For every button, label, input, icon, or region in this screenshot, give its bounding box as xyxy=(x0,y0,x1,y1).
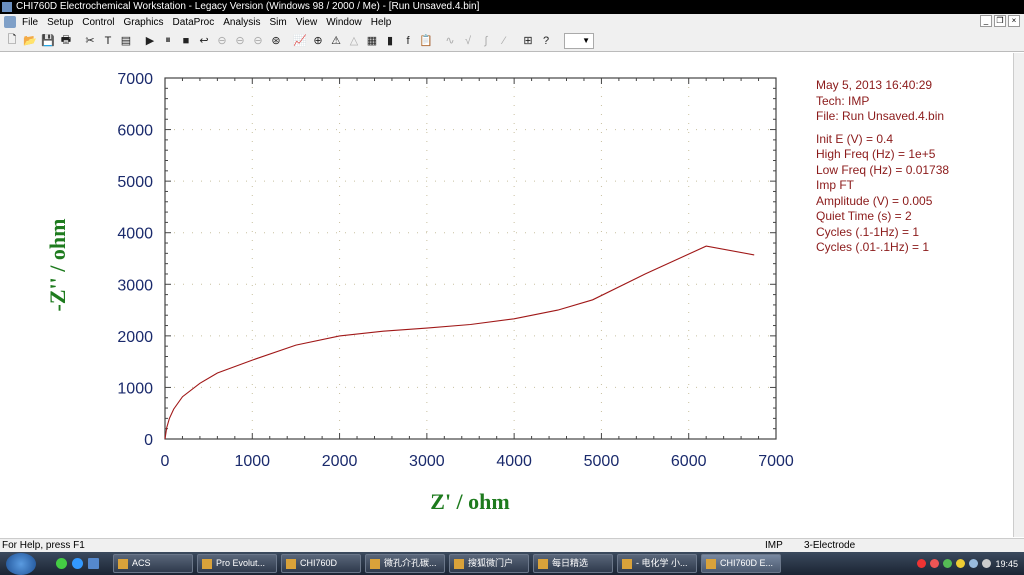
taskbar-item[interactable]: 微孔介孔碳... xyxy=(365,554,445,573)
x-tick-label: 5000 xyxy=(584,453,620,470)
taskbar-item-label: 微孔介孔碳... xyxy=(384,558,437,568)
status-help: For Help, press F1 xyxy=(2,540,85,551)
taskbar-item-label: ACS xyxy=(132,558,151,568)
info-param: High Freq (Hz) = 1e+5 xyxy=(816,147,936,161)
info-date: May 5, 2013 16:40:29 xyxy=(816,78,933,92)
desktop-icon[interactable] xyxy=(88,558,99,569)
taskbar: ACS Pro Evolut... CHI760D 微孔介孔碳... 搜狐微门户 每日精选… xyxy=(0,552,1024,575)
app-icon xyxy=(454,559,464,569)
taskbar-item-label: CHI760D E... xyxy=(720,558,774,568)
y-axis-label: -Z'' / ohm xyxy=(45,218,70,312)
app-icon xyxy=(202,559,212,569)
info-param: Quiet Time (s) = 2 xyxy=(816,209,912,223)
taskbar-item[interactable]: CHI760D E... xyxy=(701,554,781,573)
taskbar-item[interactable]: - 电化学 小... xyxy=(617,554,697,573)
x-tick-label: 0 xyxy=(161,453,170,470)
taskbar-item-label: Pro Evolut... xyxy=(216,558,266,568)
y-tick-label: 6000 xyxy=(117,123,153,140)
status-electrode: 3-Electrode xyxy=(804,540,856,551)
x-tick-label: 7000 xyxy=(758,453,794,470)
network-icon[interactable] xyxy=(969,559,979,568)
info-param: Imp FT xyxy=(816,178,854,192)
volume-icon[interactable] xyxy=(982,559,992,568)
y-tick-label: 0 xyxy=(144,432,153,449)
taskbar-item[interactable]: ACS xyxy=(113,554,193,573)
y-tick-label: 1000 xyxy=(117,380,153,397)
app-icon xyxy=(706,559,716,569)
taskbar-item-label: - 电化学 小... xyxy=(636,558,688,568)
series-line xyxy=(164,245,755,440)
y-tick-label: 7000 xyxy=(117,71,153,88)
x-tick-label: 3000 xyxy=(409,453,445,470)
status-bar: For Help, press F1 IMP 3-Electrode xyxy=(0,538,1024,552)
y-tick-label: 4000 xyxy=(117,226,153,243)
status-tech: IMP xyxy=(765,540,783,551)
x-tick-label: 1000 xyxy=(234,453,270,470)
taskbar-item[interactable]: 每日精选 xyxy=(533,554,613,573)
taskbar-item[interactable]: Pro Evolut... xyxy=(197,554,277,573)
info-file: File: Run Unsaved.4.bin xyxy=(816,109,945,123)
y-tick-label: 3000 xyxy=(117,277,153,294)
info-param: Amplitude (V) = 0.005 xyxy=(816,193,933,208)
taskbar-item[interactable]: 搜狐微门户 xyxy=(449,554,529,573)
tray-icon[interactable] xyxy=(930,559,940,568)
info-param: Init E (V) = 0.4 xyxy=(816,131,894,146)
app-icon xyxy=(370,559,380,569)
app-icon xyxy=(622,559,632,569)
taskbar-item-label: CHI760D xyxy=(300,558,338,568)
system-tray: 19:45 xyxy=(917,552,1018,575)
info-param: Low Freq (Hz) = 0.01738 xyxy=(816,162,950,177)
app-icon xyxy=(538,559,548,569)
x-axis-label: Z' / ohm xyxy=(430,489,510,514)
x-tick-label: 6000 xyxy=(671,453,707,470)
app-icon xyxy=(286,559,296,569)
info-param: Cycles (.01-.1Hz) = 1 xyxy=(816,240,930,254)
qq-icon[interactable] xyxy=(56,558,67,569)
tray-icon[interactable] xyxy=(956,559,966,568)
start-button[interactable] xyxy=(6,552,36,575)
clock[interactable]: 19:45 xyxy=(995,559,1018,569)
ie-icon[interactable] xyxy=(72,558,83,569)
info-tech: Tech: IMP xyxy=(816,93,870,108)
x-tick-label: 4000 xyxy=(496,453,532,470)
taskbar-item-label: 搜狐微门户 xyxy=(468,558,514,568)
taskbar-item[interactable]: CHI760D xyxy=(281,554,361,573)
taskbar-item-label: 每日精选 xyxy=(552,558,589,568)
tray-icon[interactable] xyxy=(917,559,927,568)
y-tick-label: 5000 xyxy=(117,174,153,191)
tray-icon[interactable] xyxy=(943,559,953,568)
y-tick-label: 2000 xyxy=(117,329,153,346)
plot-frame xyxy=(164,77,777,440)
quick-launch xyxy=(56,558,99,569)
experiment-info: May 5, 2013 16:40:29 Tech: IMP File: Run… xyxy=(816,78,949,256)
app-icon xyxy=(118,559,128,569)
x-tick-label: 2000 xyxy=(322,453,358,470)
info-param: Cycles (.1-1Hz) = 1 xyxy=(816,224,920,239)
